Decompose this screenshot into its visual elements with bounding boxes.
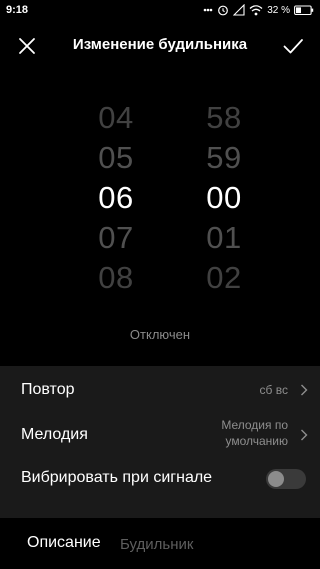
repeat-value: сб вс	[259, 383, 288, 397]
minute-selected[interactable]: 00	[184, 178, 264, 218]
description-label: Описание	[27, 534, 101, 551]
alarm-clock-icon	[218, 5, 229, 16]
vibrate-label: Вибрировать при сигнале	[21, 469, 213, 486]
app-bar: Изменение будильника	[0, 22, 320, 70]
melody-value-line1: Мелодия по	[221, 418, 288, 432]
minute-option[interactable]: 02	[184, 258, 264, 298]
toggle-knob	[268, 471, 284, 487]
alarm-state-text: Отключен	[129, 327, 191, 342]
vibrate-toggle[interactable]	[266, 469, 306, 489]
hour-option[interactable]: 05	[76, 138, 156, 178]
minute-option[interactable]: 01	[184, 218, 264, 258]
wifi-icon	[249, 5, 263, 16]
status-icons: 32 %	[203, 4, 314, 16]
hour-option[interactable]: 08	[76, 258, 156, 298]
hour-picker[interactable]: 04 05 06 07 08	[76, 98, 156, 298]
settings-panel: Повтор сб вс Мелодия Мелодия по умолчани…	[0, 366, 320, 569]
hour-option[interactable]: 04	[76, 98, 156, 138]
signal-icon	[233, 4, 245, 16]
melody-value: Мелодия по умолчанию	[221, 417, 288, 449]
description-input[interactable]	[120, 535, 300, 553]
notification-dots-icon	[203, 8, 213, 12]
hour-option[interactable]: 07	[76, 218, 156, 258]
melody-label: Мелодия	[21, 426, 88, 443]
page-title: Изменение будильника	[72, 36, 248, 53]
chevron-right-icon	[301, 384, 308, 396]
melody-row[interactable]: Мелодия Мелодия по умолчанию	[0, 413, 320, 457]
status-time: 9:18	[6, 4, 29, 16]
battery-icon	[294, 5, 314, 16]
vibrate-row: Вибрировать при сигнале	[0, 456, 320, 500]
minute-option[interactable]: 59	[184, 138, 264, 178]
checkmark-icon[interactable]	[282, 35, 304, 57]
chevron-right-icon	[301, 429, 308, 441]
minute-picker[interactable]: 58 59 00 01 02	[184, 98, 264, 298]
repeat-label: Повтор	[21, 381, 75, 398]
description-row: Описание	[0, 518, 320, 569]
hour-selected[interactable]: 06	[76, 178, 156, 218]
repeat-row[interactable]: Повтор сб вс	[0, 368, 320, 412]
melody-value-line2: умолчанию	[225, 434, 288, 448]
minute-option[interactable]: 58	[184, 98, 264, 138]
status-bar: 9:18 32 %	[0, 0, 320, 22]
battery-percent: 32 %	[267, 4, 290, 16]
